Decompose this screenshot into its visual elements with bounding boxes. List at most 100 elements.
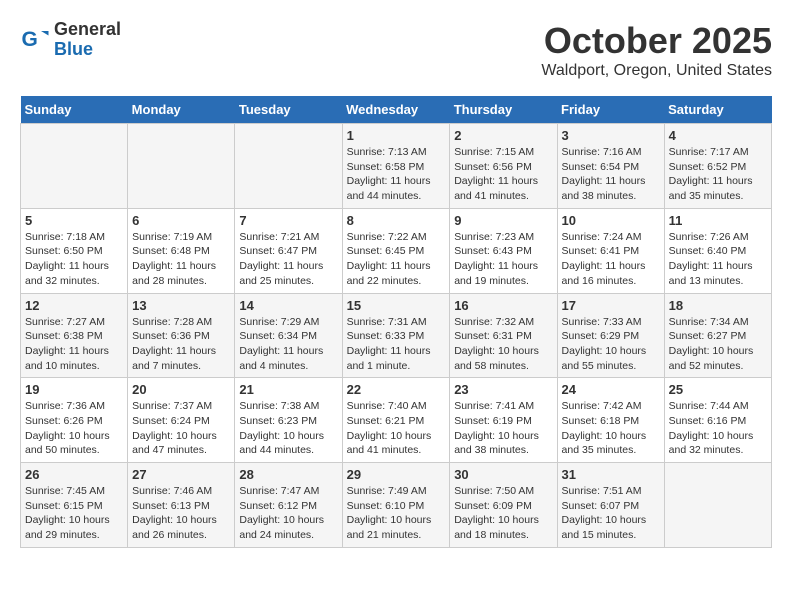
day-info: Sunrise: 7:17 AM Sunset: 6:52 PM Dayligh…: [669, 145, 767, 204]
day-number: 12: [25, 298, 123, 313]
col-header-thursday: Thursday: [450, 96, 557, 124]
day-cell: 4 Sunrise: 7:17 AM Sunset: 6:52 PM Daylig…: [664, 124, 771, 209]
month-title: October 2025: [541, 20, 772, 62]
day-info: Sunrise: 7:50 AM Sunset: 6:09 PM Dayligh…: [454, 484, 552, 543]
day-number: 28: [239, 467, 337, 482]
day-info: Sunrise: 7:45 AM Sunset: 6:15 PM Dayligh…: [25, 484, 123, 543]
day-number: 14: [239, 298, 337, 313]
day-info: Sunrise: 7:26 AM Sunset: 6:40 PM Dayligh…: [669, 230, 767, 289]
day-number: 6: [132, 213, 230, 228]
page-header: G General Blue October 2025 Waldport, Or…: [20, 20, 772, 80]
day-number: 24: [562, 382, 660, 397]
day-cell: 25 Sunrise: 7:44 AM Sunset: 6:16 PM Dayli…: [664, 378, 771, 463]
day-cell: 6 Sunrise: 7:19 AM Sunset: 6:48 PM Daylig…: [128, 208, 235, 293]
day-number: 2: [454, 128, 552, 143]
day-info: Sunrise: 7:13 AM Sunset: 6:58 PM Dayligh…: [347, 145, 446, 204]
day-cell: 9Sunrise: 7:23 AM Sunset: 6:43 PM Daylig…: [450, 208, 557, 293]
day-cell: 16Sunrise: 7:32 AM Sunset: 6:31 PM Dayli…: [450, 293, 557, 378]
day-number: 19: [25, 382, 123, 397]
day-cell: 2 Sunrise: 7:15 AM Sunset: 6:56 PM Daylig…: [450, 124, 557, 209]
day-info: Sunrise: 7:19 AM Sunset: 6:48 PM Dayligh…: [132, 230, 230, 289]
day-info: Sunrise: 7:31 AM Sunset: 6:33 PM Dayligh…: [347, 315, 446, 374]
day-info: Sunrise: 7:22 AM Sunset: 6:45 PM Dayligh…: [347, 230, 446, 289]
day-cell: [128, 124, 235, 209]
day-info: Sunrise: 7:34 AM Sunset: 6:27 PM Dayligh…: [669, 315, 767, 374]
day-number: 18: [669, 298, 767, 313]
day-info: Sunrise: 7:18 AM Sunset: 6:50 PM Dayligh…: [25, 230, 123, 289]
day-info: Sunrise: 7:16 AM Sunset: 6:54 PM Dayligh…: [562, 145, 660, 204]
day-info: Sunrise: 7:41 AM Sunset: 6:19 PM Dayligh…: [454, 399, 552, 458]
day-info: Sunrise: 7:21 AM Sunset: 6:47 PM Dayligh…: [239, 230, 337, 289]
logo-icon: G: [20, 25, 50, 55]
day-number: 23: [454, 382, 552, 397]
day-number: 10: [562, 213, 660, 228]
col-header-saturday: Saturday: [664, 96, 771, 124]
day-cell: 19 Sunrise: 7:36 AM Sunset: 6:26 PM Dayli…: [21, 378, 128, 463]
day-cell: 30Sunrise: 7:50 AM Sunset: 6:09 PM Dayli…: [450, 463, 557, 548]
header-row: SundayMondayTuesdayWednesdayThursdayFrid…: [21, 96, 772, 124]
day-cell: 1 Sunrise: 7:13 AM Sunset: 6:58 PM Daylig…: [342, 124, 450, 209]
col-header-sunday: Sunday: [21, 96, 128, 124]
day-cell: 3 Sunrise: 7:16 AM Sunset: 6:54 PM Daylig…: [557, 124, 664, 209]
day-cell: 27Sunrise: 7:46 AM Sunset: 6:13 PM Dayli…: [128, 463, 235, 548]
day-cell: [21, 124, 128, 209]
day-cell: 24 Sunrise: 7:42 AM Sunset: 6:18 PM Dayli…: [557, 378, 664, 463]
day-info: Sunrise: 7:29 AM Sunset: 6:34 PM Dayligh…: [239, 315, 337, 374]
day-cell: 20 Sunrise: 7:37 AM Sunset: 6:24 PM Dayli…: [128, 378, 235, 463]
week-row-2: 5 Sunrise: 7:18 AM Sunset: 6:50 PM Daylig…: [21, 208, 772, 293]
day-cell: 11 Sunrise: 7:26 AM Sunset: 6:40 PM Dayli…: [664, 208, 771, 293]
day-cell: 18 Sunrise: 7:34 AM Sunset: 6:27 PM Dayli…: [664, 293, 771, 378]
day-number: 21: [239, 382, 337, 397]
day-number: 20: [132, 382, 230, 397]
day-cell: 15 Sunrise: 7:31 AM Sunset: 6:33 PM Dayli…: [342, 293, 450, 378]
week-row-4: 19 Sunrise: 7:36 AM Sunset: 6:26 PM Dayli…: [21, 378, 772, 463]
logo: G General Blue: [20, 20, 121, 60]
day-cell: 7Sunrise: 7:21 AM Sunset: 6:47 PM Daylig…: [235, 208, 342, 293]
day-info: Sunrise: 7:28 AM Sunset: 6:36 PM Dayligh…: [132, 315, 230, 374]
day-number: 29: [347, 467, 446, 482]
day-info: Sunrise: 7:42 AM Sunset: 6:18 PM Dayligh…: [562, 399, 660, 458]
day-cell: 12 Sunrise: 7:27 AM Sunset: 6:38 PM Dayli…: [21, 293, 128, 378]
day-info: Sunrise: 7:32 AM Sunset: 6:31 PM Dayligh…: [454, 315, 552, 374]
day-number: 15: [347, 298, 446, 313]
day-info: Sunrise: 7:36 AM Sunset: 6:26 PM Dayligh…: [25, 399, 123, 458]
day-number: 25: [669, 382, 767, 397]
day-info: Sunrise: 7:27 AM Sunset: 6:38 PM Dayligh…: [25, 315, 123, 374]
day-number: 22: [347, 382, 446, 397]
day-cell: 22Sunrise: 7:40 AM Sunset: 6:21 PM Dayli…: [342, 378, 450, 463]
day-info: Sunrise: 7:33 AM Sunset: 6:29 PM Dayligh…: [562, 315, 660, 374]
day-cell: 29 Sunrise: 7:49 AM Sunset: 6:10 PM Dayli…: [342, 463, 450, 548]
title-area: October 2025 Waldport, Oregon, United St…: [541, 20, 772, 80]
day-number: 3: [562, 128, 660, 143]
col-header-wednesday: Wednesday: [342, 96, 450, 124]
day-info: Sunrise: 7:24 AM Sunset: 6:41 PM Dayligh…: [562, 230, 660, 289]
svg-text:G: G: [22, 28, 38, 51]
logo-blue: Blue: [54, 40, 121, 60]
day-cell: 23 Sunrise: 7:41 AM Sunset: 6:19 PM Dayli…: [450, 378, 557, 463]
day-number: 1: [347, 128, 446, 143]
day-info: Sunrise: 7:44 AM Sunset: 6:16 PM Dayligh…: [669, 399, 767, 458]
col-header-friday: Friday: [557, 96, 664, 124]
day-info: Sunrise: 7:15 AM Sunset: 6:56 PM Dayligh…: [454, 145, 552, 204]
day-number: 5: [25, 213, 123, 228]
col-header-tuesday: Tuesday: [235, 96, 342, 124]
day-info: Sunrise: 7:47 AM Sunset: 6:12 PM Dayligh…: [239, 484, 337, 543]
day-cell: [664, 463, 771, 548]
day-number: 4: [669, 128, 767, 143]
day-cell: 17Sunrise: 7:33 AM Sunset: 6:29 PM Dayli…: [557, 293, 664, 378]
day-number: 31: [562, 467, 660, 482]
day-number: 26: [25, 467, 123, 482]
day-number: 8: [347, 213, 446, 228]
day-cell: 13Sunrise: 7:28 AM Sunset: 6:36 PM Dayli…: [128, 293, 235, 378]
week-row-5: 26 Sunrise: 7:45 AM Sunset: 6:15 PM Dayli…: [21, 463, 772, 548]
day-number: 9: [454, 213, 552, 228]
day-info: Sunrise: 7:38 AM Sunset: 6:23 PM Dayligh…: [239, 399, 337, 458]
logo-text: General Blue: [54, 20, 121, 60]
day-info: Sunrise: 7:46 AM Sunset: 6:13 PM Dayligh…: [132, 484, 230, 543]
calendar-table: SundayMondayTuesdayWednesdayThursdayFrid…: [20, 96, 772, 548]
day-info: Sunrise: 7:37 AM Sunset: 6:24 PM Dayligh…: [132, 399, 230, 458]
day-info: Sunrise: 7:49 AM Sunset: 6:10 PM Dayligh…: [347, 484, 446, 543]
week-row-3: 12 Sunrise: 7:27 AM Sunset: 6:38 PM Dayli…: [21, 293, 772, 378]
day-number: 11: [669, 213, 767, 228]
logo-general: General: [54, 20, 121, 40]
